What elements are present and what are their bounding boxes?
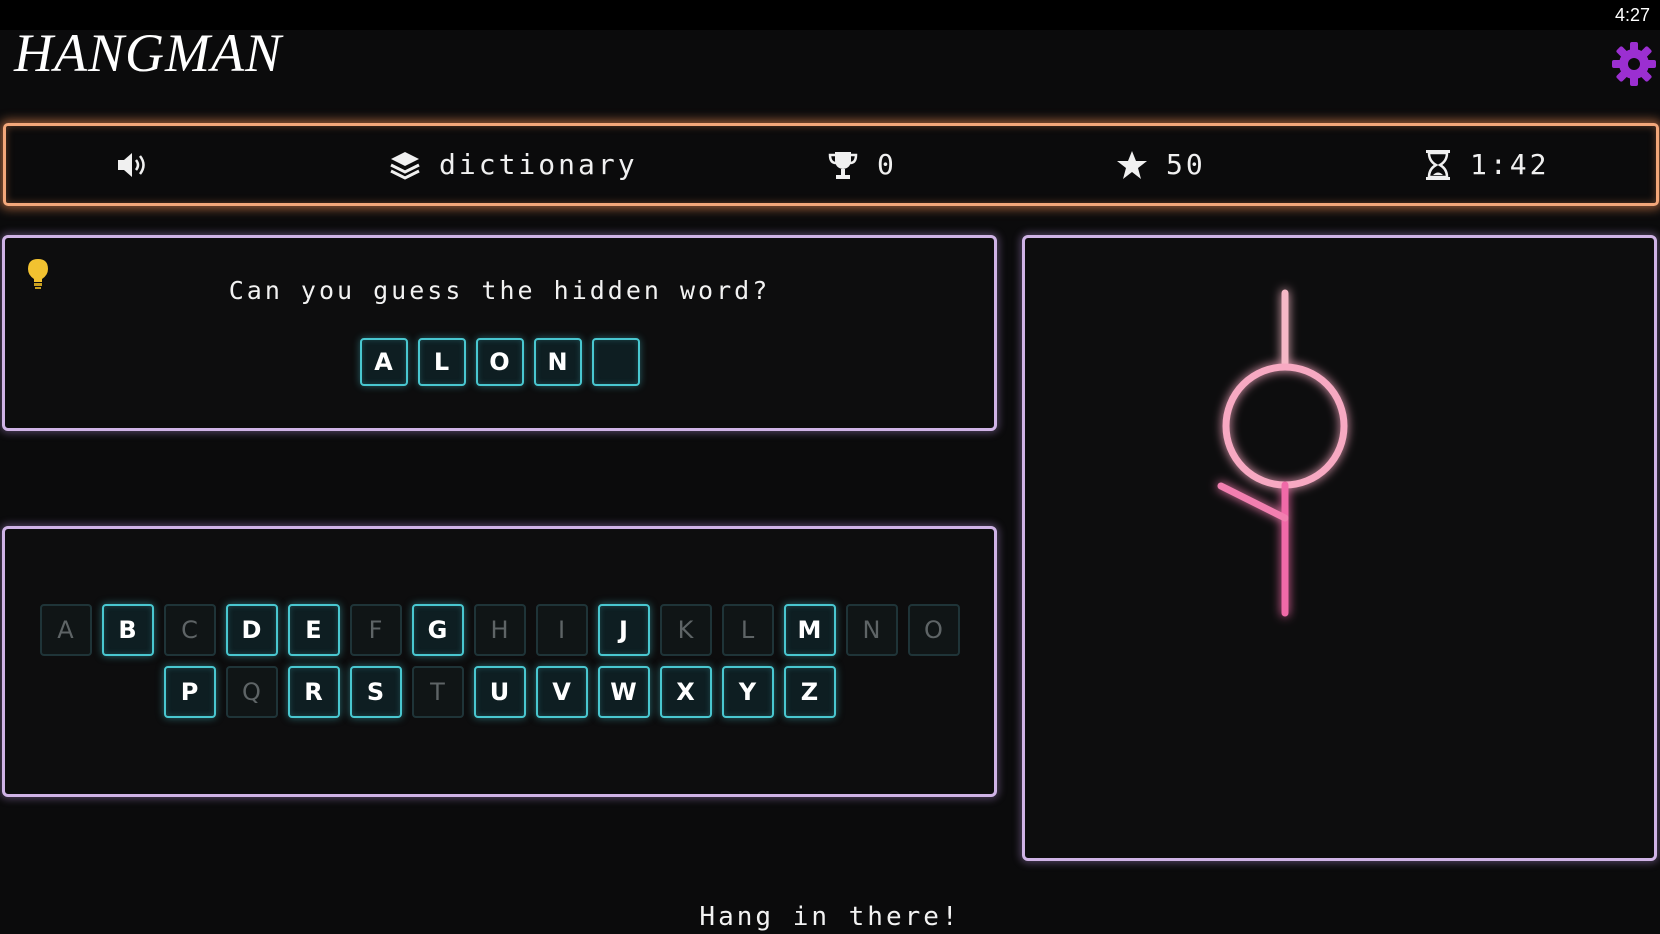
sound-toggle[interactable] <box>116 126 150 203</box>
status-clock: 4:27 <box>1614 5 1650 25</box>
stats-bar: dictionary 0 50 1:42 <box>3 123 1659 206</box>
key-l: L <box>721 604 774 656</box>
app-title: HANGMAN <box>14 23 282 83</box>
letter-slot: A <box>359 338 408 386</box>
key-o: O <box>907 604 960 656</box>
word-panel: Can you guess the hidden word? A L O N <box>2 235 997 431</box>
key-e[interactable]: E <box>287 604 340 656</box>
key-d[interactable]: D <box>225 604 278 656</box>
category-stat[interactable]: dictionary <box>389 126 638 203</box>
keyboard-panel: ABCDEFGHIJKLMNO PQRSTUVWXYZ <box>2 526 997 797</box>
key-n: N <box>845 604 898 656</box>
timer-stat: 1:42 <box>1424 126 1549 203</box>
key-s[interactable]: S <box>349 666 402 718</box>
speaker-icon[interactable] <box>116 150 150 180</box>
trophy-icon <box>827 149 859 181</box>
wins-stat: 0 <box>827 126 897 203</box>
key-w[interactable]: W <box>597 666 650 718</box>
key-y[interactable]: Y <box>721 666 774 718</box>
letter-slot: N <box>533 338 582 386</box>
key-z[interactable]: Z <box>783 666 836 718</box>
keyboard-row: PQRSTUVWXYZ <box>5 666 994 718</box>
points-value: 50 <box>1166 148 1206 181</box>
hangman-drawing <box>1119 289 1549 819</box>
key-m[interactable]: M <box>783 604 836 656</box>
timer-value: 1:42 <box>1470 148 1550 181</box>
key-c: C <box>163 604 216 656</box>
hangman-left-arm <box>1217 482 1289 522</box>
key-b[interactable]: B <box>101 604 154 656</box>
key-v[interactable]: V <box>535 666 588 718</box>
hangman-head <box>1222 363 1348 489</box>
gallows-panel <box>1022 235 1657 861</box>
points-stat: 50 <box>1116 126 1206 203</box>
category-label: dictionary <box>439 148 638 181</box>
gear-icon[interactable] <box>1610 40 1658 88</box>
key-k: K <box>659 604 712 656</box>
key-q: Q <box>225 666 278 718</box>
letter-slot: O <box>475 338 524 386</box>
key-h: H <box>473 604 526 656</box>
key-a: A <box>39 604 92 656</box>
key-r[interactable]: R <box>287 666 340 718</box>
hidden-word: A L O N <box>5 338 994 386</box>
key-t: T <box>411 666 464 718</box>
star-icon <box>1116 149 1148 181</box>
wins-value: 0 <box>877 148 897 181</box>
key-g[interactable]: G <box>411 604 464 656</box>
status-message: Hang in there! <box>699 902 961 932</box>
puzzle-prompt: Can you guess the hidden word? <box>228 276 771 305</box>
keyboard-row: ABCDEFGHIJKLMNO <box>5 604 994 656</box>
key-p[interactable]: P <box>163 666 216 718</box>
layers-icon <box>389 149 421 181</box>
key-x[interactable]: X <box>659 666 712 718</box>
letter-slot <box>591 338 640 386</box>
letter-slot: L <box>417 338 466 386</box>
key-u[interactable]: U <box>473 666 526 718</box>
key-i: I <box>535 604 588 656</box>
key-f: F <box>349 604 402 656</box>
hourglass-icon <box>1424 149 1452 181</box>
key-j[interactable]: J <box>597 604 650 656</box>
